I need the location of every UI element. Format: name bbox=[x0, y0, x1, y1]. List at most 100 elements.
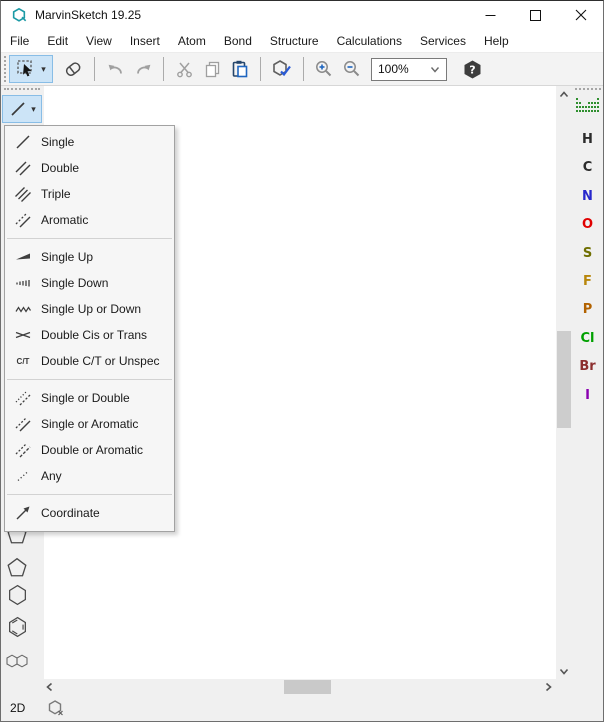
chevron-up-icon bbox=[559, 91, 569, 98]
scroll-left-button[interactable] bbox=[41, 679, 57, 695]
elements-toolbar-grip[interactable] bbox=[575, 88, 601, 91]
coordinate-bond-icon bbox=[5, 504, 41, 522]
menu-insert[interactable]: Insert bbox=[121, 30, 169, 52]
chevron-right-icon bbox=[545, 682, 552, 692]
element-n[interactable]: N bbox=[572, 183, 603, 211]
paste-icon bbox=[230, 59, 250, 79]
zoom-out-button[interactable] bbox=[339, 55, 365, 83]
template-cyclohexane-button[interactable] bbox=[3, 581, 31, 609]
menu-services[interactable]: Services bbox=[411, 30, 475, 52]
menu-item-single-down[interactable]: Single Down bbox=[5, 270, 174, 296]
close-icon bbox=[575, 9, 587, 21]
redo-button[interactable] bbox=[130, 55, 156, 83]
cis-trans-bond-icon bbox=[5, 326, 41, 344]
menu-item-aromatic[interactable]: Aromatic bbox=[5, 207, 174, 233]
paste-button[interactable] bbox=[227, 55, 253, 83]
menu-item-double-or-aromatic[interactable]: Double or Aromatic bbox=[5, 437, 174, 463]
eraser-icon bbox=[63, 60, 83, 78]
bond-tool-button[interactable]: ▾ bbox=[2, 95, 42, 123]
menu-item-double-cis-or-trans[interactable]: Double Cis or Trans bbox=[5, 322, 174, 348]
selection-dropdown-caret[interactable]: ▾ bbox=[41, 64, 46, 75]
scroll-up-button[interactable] bbox=[556, 86, 572, 102]
element-o[interactable]: O bbox=[572, 211, 603, 239]
periodic-table-button[interactable] bbox=[576, 94, 600, 118]
main-toolbar: ▾ bbox=[1, 53, 603, 86]
status-bar: 2D bbox=[1, 695, 603, 721]
toolbar-grip[interactable] bbox=[4, 56, 7, 82]
templates-toolbar-grip[interactable] bbox=[4, 88, 40, 91]
element-f[interactable]: F bbox=[572, 268, 603, 296]
scroll-right-button[interactable] bbox=[540, 679, 556, 695]
element-p[interactable]: P bbox=[572, 296, 603, 324]
element-i[interactable]: I bbox=[572, 382, 603, 410]
bond-dropdown-caret[interactable]: ▾ bbox=[31, 104, 36, 115]
menu-item-single-or-double[interactable]: Single or Double bbox=[5, 385, 174, 411]
vertical-scrollbar[interactable] bbox=[556, 86, 572, 679]
horizontal-scrollbar[interactable] bbox=[1, 679, 603, 695]
cyclopentane-icon bbox=[6, 557, 28, 578]
zoom-level-combobox[interactable]: 100% bbox=[371, 58, 447, 81]
structure-check-button[interactable] bbox=[268, 55, 296, 83]
menu-bond[interactable]: Bond bbox=[215, 30, 261, 52]
zoom-in-button[interactable] bbox=[311, 55, 337, 83]
selection-tool-button[interactable]: ▾ bbox=[9, 55, 53, 83]
template-benzene-button[interactable] bbox=[3, 613, 31, 641]
naphthalene-icon bbox=[4, 652, 30, 670]
element-h[interactable]: H bbox=[572, 126, 603, 154]
menu-separator bbox=[7, 238, 172, 239]
help-button[interactable]: ? bbox=[459, 55, 485, 83]
maximize-button[interactable] bbox=[513, 1, 558, 29]
menu-bar: File Edit View Insert Atom Bond Structur… bbox=[1, 29, 603, 53]
zoom-out-icon bbox=[342, 59, 362, 79]
double-or-aromatic-bond-icon bbox=[5, 441, 41, 459]
minimize-button[interactable] bbox=[468, 1, 513, 29]
element-br[interactable]: Br bbox=[572, 353, 603, 381]
menu-item-single-or-aromatic[interactable]: Single or Aromatic bbox=[5, 411, 174, 437]
aromatic-bond-icon bbox=[5, 211, 41, 229]
periodic-table-icon bbox=[576, 98, 600, 114]
template-cyclopentane-button[interactable] bbox=[3, 553, 31, 581]
menu-item-coordinate[interactable]: Coordinate bbox=[5, 500, 174, 526]
marvinsketch-window: MarvinSketch 19.25 File Edit View I bbox=[0, 0, 604, 722]
element-c[interactable]: C bbox=[572, 154, 603, 182]
horizontal-scrollbar-thumb[interactable] bbox=[284, 680, 331, 694]
triple-bond-icon bbox=[5, 185, 41, 203]
menu-help[interactable]: Help bbox=[475, 30, 518, 52]
menu-item-any[interactable]: Any bbox=[5, 463, 174, 489]
window-controls bbox=[468, 1, 603, 29]
single-or-double-bond-icon bbox=[5, 389, 41, 407]
menu-item-double[interactable]: Double bbox=[5, 155, 174, 181]
undo-icon bbox=[106, 60, 125, 78]
menu-item-triple[interactable]: Triple bbox=[5, 181, 174, 207]
menu-file[interactable]: File bbox=[1, 30, 38, 52]
menu-item-double-ct-or-unspec[interactable]: C/T Double C/T or Unspec bbox=[5, 348, 174, 374]
wedge-down-bond-icon bbox=[5, 274, 41, 292]
vertical-scrollbar-thumb[interactable] bbox=[557, 331, 571, 428]
single-or-aromatic-bond-icon bbox=[5, 415, 41, 433]
copy-button[interactable] bbox=[199, 55, 225, 83]
menu-view[interactable]: View bbox=[77, 30, 121, 52]
menu-item-single[interactable]: Single bbox=[5, 129, 174, 155]
dimension-mode-label: 2D bbox=[10, 701, 25, 715]
chevron-down-icon bbox=[430, 66, 440, 73]
menu-item-single-up[interactable]: Single Up bbox=[5, 244, 174, 270]
redo-icon bbox=[134, 60, 153, 78]
menu-calculations[interactable]: Calculations bbox=[328, 30, 411, 52]
cut-button[interactable] bbox=[171, 55, 197, 83]
structure-checker-off-icon[interactable] bbox=[47, 699, 65, 717]
elements-toolbar: H C N O S F P Cl Br I bbox=[572, 86, 603, 679]
menu-edit[interactable]: Edit bbox=[38, 30, 77, 52]
element-s[interactable]: S bbox=[572, 240, 603, 268]
toolbar-separator bbox=[303, 57, 304, 81]
menu-item-single-up-or-down[interactable]: Single Up or Down bbox=[5, 296, 174, 322]
template-naphthalene-button[interactable] bbox=[3, 647, 31, 675]
eraser-button[interactable] bbox=[59, 55, 87, 83]
undo-button[interactable] bbox=[102, 55, 128, 83]
single-bond-icon bbox=[5, 133, 41, 151]
element-cl[interactable]: Cl bbox=[572, 325, 603, 353]
menu-structure[interactable]: Structure bbox=[261, 30, 328, 52]
scroll-down-button[interactable] bbox=[556, 663, 572, 679]
menu-atom[interactable]: Atom bbox=[169, 30, 215, 52]
svg-text:?: ? bbox=[469, 63, 475, 76]
close-button[interactable] bbox=[558, 1, 603, 29]
